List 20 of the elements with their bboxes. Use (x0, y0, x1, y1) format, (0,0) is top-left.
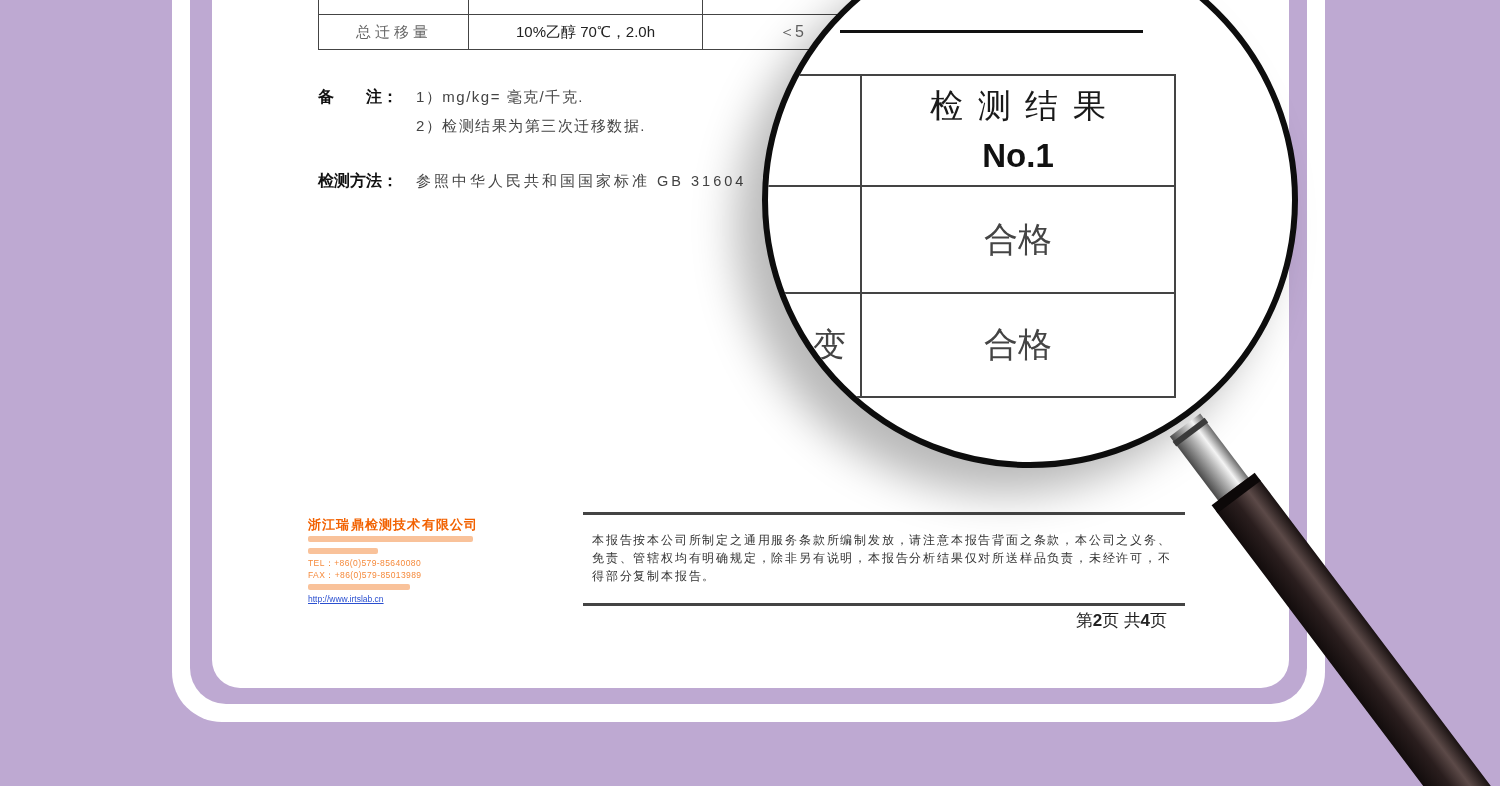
contact-text: TEL：+86(0)579-85640080 (308, 557, 422, 569)
contact-text: FAX：+86(0)579-85013989 (308, 569, 422, 581)
method-label: 检测方法： (318, 171, 398, 191)
company-name: 浙江瑞鼎检测技术有限公司 (308, 516, 479, 533)
table-cell-text: 变 (813, 326, 846, 365)
note-text: 1）mg/kg= 毫克/千克. (416, 88, 584, 107)
notes-label: 备 注： (318, 87, 398, 107)
website-link[interactable]: http://www.irtslab.cn (308, 593, 384, 605)
column-heading: No.1 (982, 135, 1054, 176)
table-cell: 10%乙醇 70℃，2.0h (515, 22, 656, 42)
disclaimer-text: 本报告按本公司所制定之通用服务条款所编制发放，请注意本报告背面之条款，本公司之义务、免责、管辖权均有明确规定，除非另有说明，本报告分析结果仅对所送样品负责，未经许可，不得部分复制本报告。 (592, 532, 1173, 585)
result-cell-text: 合格 (984, 219, 1052, 260)
method-text: 参照中华人民共和国国家标准 GB 31604 (416, 172, 747, 191)
table-cell-text: ＜5 (779, 21, 804, 42)
result-cell-text: 合格 (984, 325, 1052, 365)
illegible-text-line (308, 548, 378, 554)
table-cell: 总迁移量 (355, 22, 432, 42)
column-heading: 检测结果 (929, 85, 1122, 126)
note-text: 2）检测结果为第三次迁移数据. (416, 117, 646, 136)
page-number: 第2页 共4页 (1075, 610, 1167, 632)
